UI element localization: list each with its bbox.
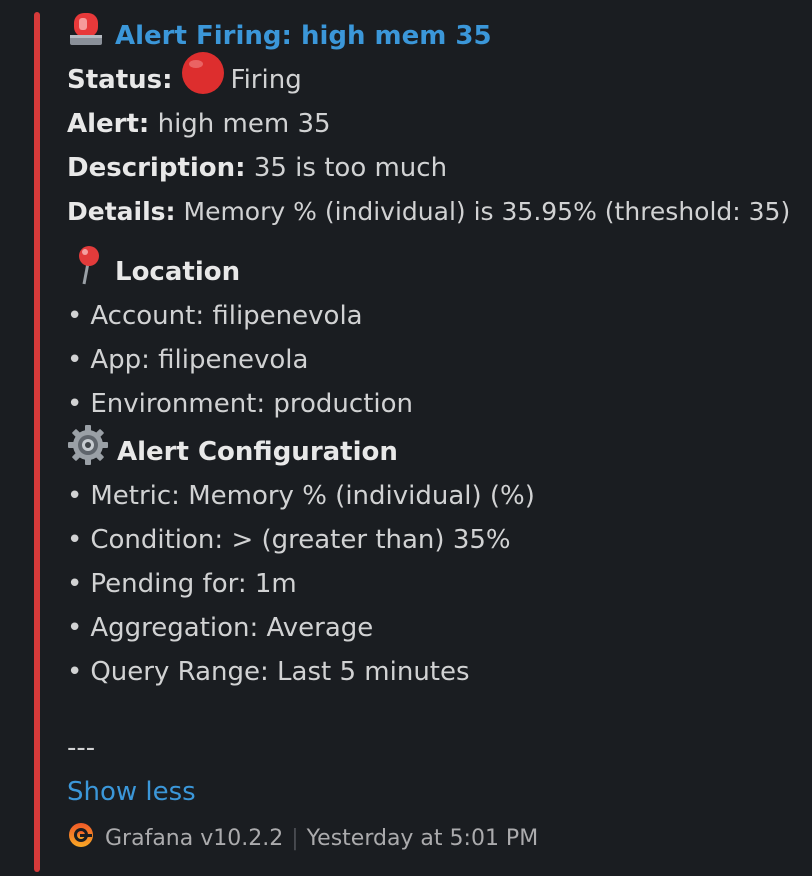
config-heading: Alert Configuration xyxy=(117,437,398,467)
config-item-query-range: Query Range: Last 5 minutes xyxy=(67,650,807,694)
show-less-link[interactable]: Show less xyxy=(67,770,807,814)
red-circle-icon xyxy=(181,51,225,109)
config-heading-row: Alert Configuration xyxy=(67,425,807,474)
description-value: 35 is too much xyxy=(253,153,448,183)
description-label: Description: xyxy=(67,153,246,183)
attachment-content: Alert Firing: high mem 35 Status: Firing… xyxy=(67,13,807,858)
config-item-metric: Metric: Memory % (individual) (%) xyxy=(67,474,807,518)
alert-color-bar xyxy=(34,12,40,872)
location-item-environment: Environment: production xyxy=(67,382,807,426)
alert-name-row: Alert: high mem 35 xyxy=(67,102,807,146)
alert-title-link[interactable]: Alert Firing: high mem 35 xyxy=(115,14,492,58)
status-value: Firing xyxy=(230,65,302,95)
alert-title-row: Alert Firing: high mem 35 xyxy=(67,13,807,58)
description-row: Description: 35 is too much xyxy=(67,146,807,190)
config-item-condition: Condition: > (greater than) 35% xyxy=(67,518,807,562)
details-value: Memory % (individual) is 35.95% (thresho… xyxy=(183,197,791,226)
status-row: Status: Firing xyxy=(67,52,807,102)
divider-text: --- xyxy=(67,733,96,763)
config-item-aggregation: Aggregation: Average xyxy=(67,606,807,650)
alert-message-attachment: Alert Firing: high mem 35 Status: Firing… xyxy=(0,0,812,876)
footer-separator: | xyxy=(291,825,299,851)
config-item-pending: Pending for: 1m xyxy=(67,562,807,606)
config-list: Metric: Memory % (individual) (%) Condit… xyxy=(67,474,807,694)
footer-timestamp[interactable]: Yesterday at 5:01 PM xyxy=(307,826,539,851)
details-label: Details: xyxy=(67,197,176,226)
location-item-account: Account: filipenevola xyxy=(67,294,807,338)
round-pushpin-icon xyxy=(73,245,103,299)
footer-app-name: Grafana v10.2.2 xyxy=(105,825,284,851)
alert-value: high mem 35 xyxy=(157,109,331,139)
grafana-logo-icon xyxy=(67,821,95,855)
location-item-app: App: filipenevola xyxy=(67,338,807,382)
alert-label: Alert: xyxy=(67,109,150,139)
status-label: Status: xyxy=(67,65,173,95)
details-row: Details: Memory % (individual) is 35.95%… xyxy=(67,190,807,234)
attachment-footer: Grafana v10.2.2 | Yesterday at 5:01 PM xyxy=(67,818,807,858)
location-heading: Location xyxy=(115,257,241,287)
gear-icon xyxy=(67,424,109,480)
rotating-light-icon xyxy=(67,10,105,62)
location-list: Account: filipenevola App: filipenevola … xyxy=(67,294,807,426)
location-heading-row: Location xyxy=(67,246,807,294)
